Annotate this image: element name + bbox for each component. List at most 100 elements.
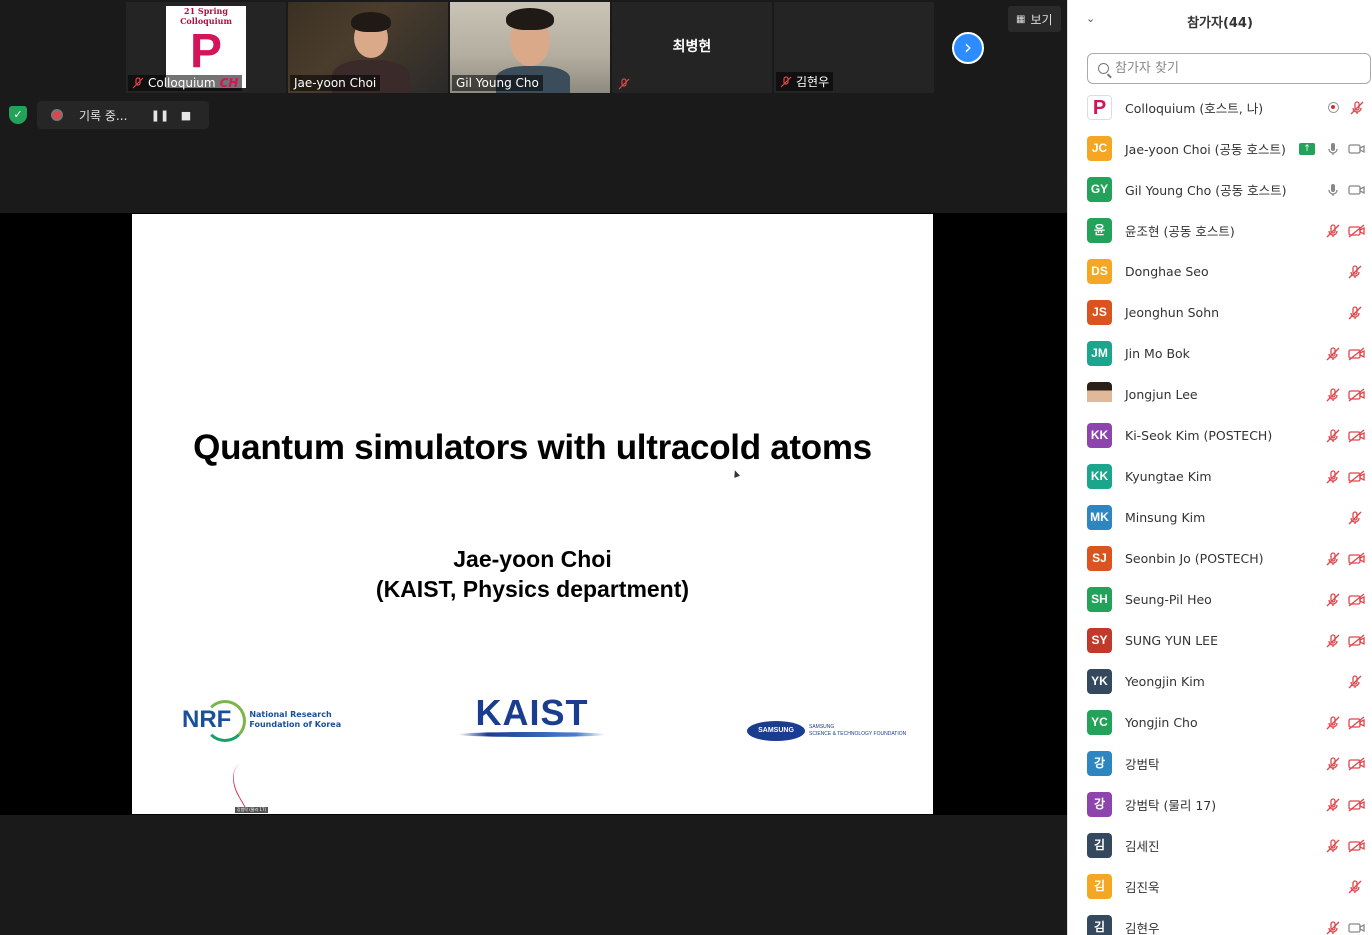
participant-status-icons	[1321, 100, 1372, 116]
video-icon[interactable]	[1345, 920, 1369, 935]
search-input[interactable]	[1115, 61, 1355, 76]
next-page-button[interactable]: ›	[952, 32, 984, 64]
view-button[interactable]: ▦ 보기	[1008, 6, 1061, 32]
video-off-icon[interactable]	[1345, 223, 1369, 239]
participant-status-icons	[1343, 264, 1372, 280]
mic-off-icon[interactable]	[1321, 797, 1345, 813]
mic-off-icon[interactable]	[1321, 920, 1345, 935]
mic-off-icon[interactable]	[1321, 346, 1345, 362]
video-off-icon[interactable]	[1345, 797, 1369, 813]
mouse-cursor	[731, 469, 741, 478]
participant-row[interactable]: 김 김세진	[1068, 825, 1372, 866]
participant-status-icons	[1321, 633, 1372, 649]
mic-off-icon	[132, 77, 144, 89]
participant-status-icons	[1321, 715, 1372, 731]
video-icon[interactable]	[1345, 182, 1369, 198]
video-off-icon[interactable]	[1345, 469, 1369, 485]
participant-row[interactable]: KK Ki-Seok Kim (POSTECH)	[1068, 415, 1372, 456]
security-shield-icon[interactable]: ✓	[9, 106, 27, 124]
presentation-slide: Quantum simulators with ultracold atoms …	[132, 214, 933, 814]
video-off-icon[interactable]	[1345, 428, 1369, 444]
participant-row[interactable]: 김 김진욱	[1068, 866, 1372, 907]
participant-status-icons: ↑	[1299, 141, 1372, 157]
avatar: 김	[1087, 833, 1112, 858]
stop-recording-button[interactable]: ■	[173, 109, 199, 122]
participant-row[interactable]: DS Donghae Seo	[1068, 251, 1372, 292]
participant-name: 윤조현 (공동 호스트)	[1125, 224, 1235, 239]
mic-off-icon[interactable]	[1321, 223, 1345, 239]
mic-off-icon[interactable]	[1343, 879, 1367, 895]
mic-off-icon[interactable]	[1343, 510, 1367, 526]
pause-recording-button[interactable]: ❚❚	[147, 109, 173, 122]
participant-row[interactable]: 윤 윤조현 (공동 호스트)	[1068, 210, 1372, 251]
mic-off-icon[interactable]	[1321, 633, 1345, 649]
mic-icon[interactable]	[1321, 141, 1345, 157]
panel-header: ⌄ 참가자(44)	[1068, 0, 1372, 40]
participant-row[interactable]: KK Kyungtae Kim	[1068, 456, 1372, 497]
participant-name: Jeonghun Sohn	[1125, 305, 1220, 320]
gallery-strip: 21 Spring Colloquium P Colloquium CH Jae…	[126, 2, 934, 93]
participant-row[interactable]: SH Seung-Pil Heo	[1068, 579, 1372, 620]
video-tile-choi-byeong-hyeon[interactable]: 최병현	[612, 2, 772, 93]
participant-row[interactable]: SY SUNG YUN LEE	[1068, 620, 1372, 661]
avatar: SY	[1087, 628, 1112, 653]
mic-off-icon[interactable]	[1321, 715, 1345, 731]
video-tile-kim-hyeon-woo[interactable]: 김현우	[774, 2, 934, 93]
annotation-stroke	[224, 757, 274, 813]
video-tile-colloquium[interactable]: 21 Spring Colloquium P Colloquium CH	[126, 2, 286, 93]
mic-off-icon[interactable]	[1321, 592, 1345, 608]
avatar: KK	[1087, 423, 1112, 448]
participant-row[interactable]: YC Yongjin Cho	[1068, 702, 1372, 743]
participant-name: Donghae Seo	[1125, 264, 1209, 279]
participant-row[interactable]: JC Jae-yoon Choi (공동 호스트) ↑	[1068, 128, 1372, 169]
avatar: GY	[1087, 177, 1112, 202]
participant-row[interactable]: 강 강범탁	[1068, 743, 1372, 784]
video-icon[interactable]	[1345, 141, 1369, 157]
participant-row[interactable]: GY Gil Young Cho (공동 호스트)	[1068, 169, 1372, 210]
participant-row[interactable]: JS Jeonghun Sohn	[1068, 292, 1372, 333]
mic-off-icon[interactable]	[1321, 756, 1345, 772]
video-tile-gil-young-cho[interactable]: Gil Young Cho	[450, 2, 610, 93]
grid-icon: ▦	[1016, 13, 1026, 25]
participant-name: Yongjin Cho	[1125, 715, 1198, 730]
participant-row[interactable]: YK Yeongjin Kim	[1068, 661, 1372, 702]
mic-off-icon[interactable]	[1343, 305, 1367, 321]
video-off-icon[interactable]	[1345, 633, 1369, 649]
recording-icon	[1321, 100, 1345, 116]
mic-off-icon[interactable]	[1321, 838, 1345, 854]
video-off-icon[interactable]	[1345, 592, 1369, 608]
mic-off-icon[interactable]	[1321, 387, 1345, 403]
video-off-icon[interactable]	[1345, 838, 1369, 854]
mic-off-icon[interactable]	[1321, 469, 1345, 485]
avatar: 김	[1087, 874, 1112, 899]
video-off-icon[interactable]	[1345, 387, 1369, 403]
mic-off-icon[interactable]	[1321, 428, 1345, 444]
participant-status-icons	[1321, 756, 1372, 772]
mic-off-icon[interactable]	[1321, 551, 1345, 567]
participant-name: Kyungtae Kim	[1125, 469, 1212, 484]
avatar: P	[1087, 95, 1112, 120]
participant-status-icons	[1343, 674, 1372, 690]
participant-row[interactable]: JM Jin Mo Bok	[1068, 333, 1372, 374]
mic-off-icon[interactable]	[1343, 674, 1367, 690]
participant-row[interactable]: SJ Seonbin Jo (POSTECH)	[1068, 538, 1372, 579]
participant-row[interactable]: MK Minsung Kim	[1068, 497, 1372, 538]
participant-row[interactable]: 강 강범탁 (물리 17)	[1068, 784, 1372, 825]
video-off-icon[interactable]	[1345, 551, 1369, 567]
participant-row[interactable]: P Colloquium (호스트, 나)	[1068, 87, 1372, 128]
mic-icon[interactable]	[1321, 182, 1345, 198]
participant-row[interactable]: 김 김현우	[1068, 907, 1372, 935]
video-tile-jae-yoon-choi[interactable]: Jae-yoon Choi	[288, 2, 448, 93]
participant-status-icons	[1321, 182, 1372, 198]
video-off-icon[interactable]	[1345, 756, 1369, 772]
mic-off-icon[interactable]	[1343, 264, 1367, 280]
chevron-right-icon: ›	[964, 35, 972, 59]
video-off-icon[interactable]	[1345, 715, 1369, 731]
participant-status-icons	[1321, 838, 1372, 854]
participant-search[interactable]	[1087, 53, 1371, 84]
tile-name-label: Jae-yoon Choi	[290, 75, 381, 91]
video-off-icon[interactable]	[1345, 346, 1369, 362]
mic-off-icon[interactable]	[1345, 100, 1369, 116]
avatar: KK	[1087, 464, 1112, 489]
participant-row[interactable]: Jongjun Lee	[1068, 374, 1372, 415]
